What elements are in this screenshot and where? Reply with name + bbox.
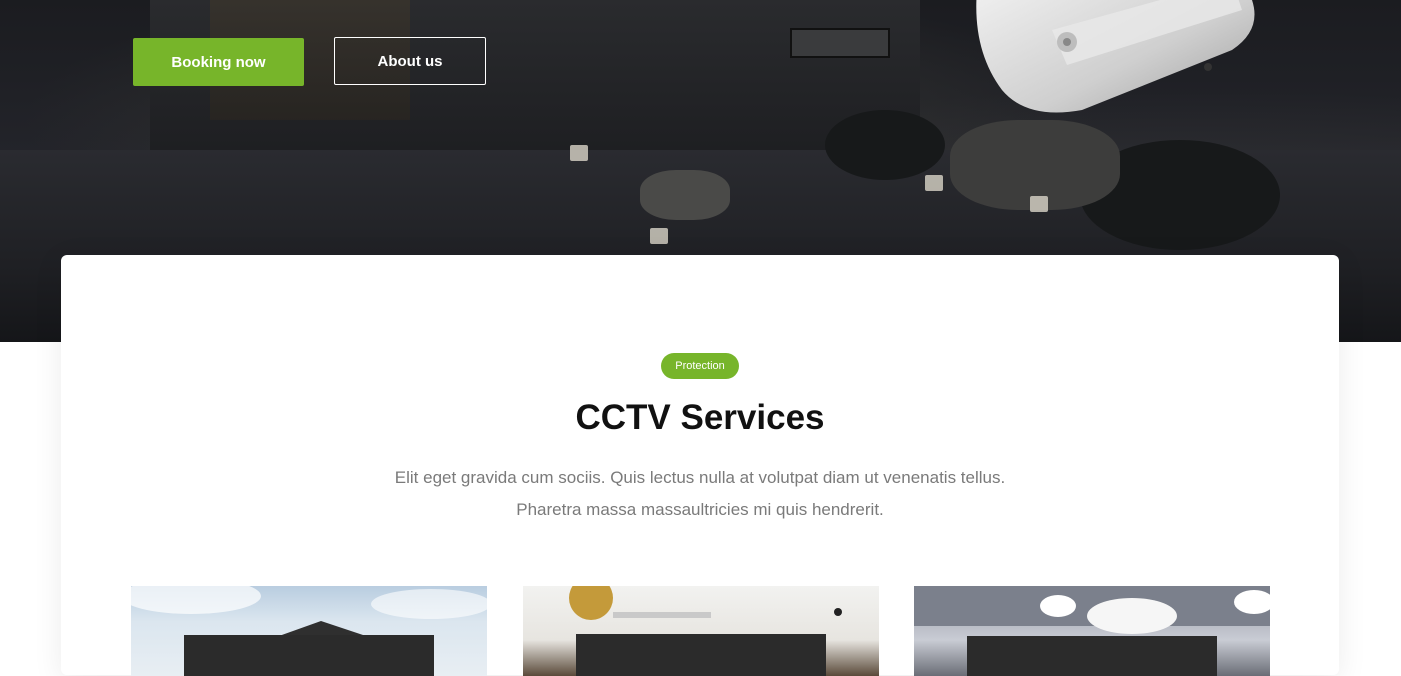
hero-background-bush <box>825 110 945 180</box>
office-ceiling-image <box>914 586 1270 676</box>
section-description: Elit eget gravida cum sociis. Quis lectu… <box>61 462 1339 526</box>
booking-now-button[interactable]: Booking now <box>133 38 304 86</box>
protection-badge: Protection <box>661 353 739 379</box>
hero-background-lamp <box>650 228 668 244</box>
interior-room-image <box>569 586 842 676</box>
description-line: Elit eget gravida cum sociis. Quis lectu… <box>394 468 1006 487</box>
description-line: Pharetra massa massaultricies mi quis he… <box>516 500 884 519</box>
service-image-interior[interactable] <box>523 586 879 676</box>
about-us-button[interactable]: About us <box>334 37 486 85</box>
cctv-camera-icon <box>976 0 1255 113</box>
service-image-office[interactable] <box>914 586 1270 676</box>
hero-background-light-panel <box>790 28 890 58</box>
hero-background-lamp <box>925 175 943 191</box>
service-image-exterior[interactable] <box>131 586 487 676</box>
house-roof-image <box>131 586 487 676</box>
hero-background-lamp <box>570 145 588 161</box>
section-title: CCTV Services <box>575 398 825 437</box>
services-card: Protection CCTV Services Elit eget gravi… <box>61 255 1339 676</box>
hero-background-rock <box>640 170 730 220</box>
hero-background-lamp <box>1030 196 1048 212</box>
